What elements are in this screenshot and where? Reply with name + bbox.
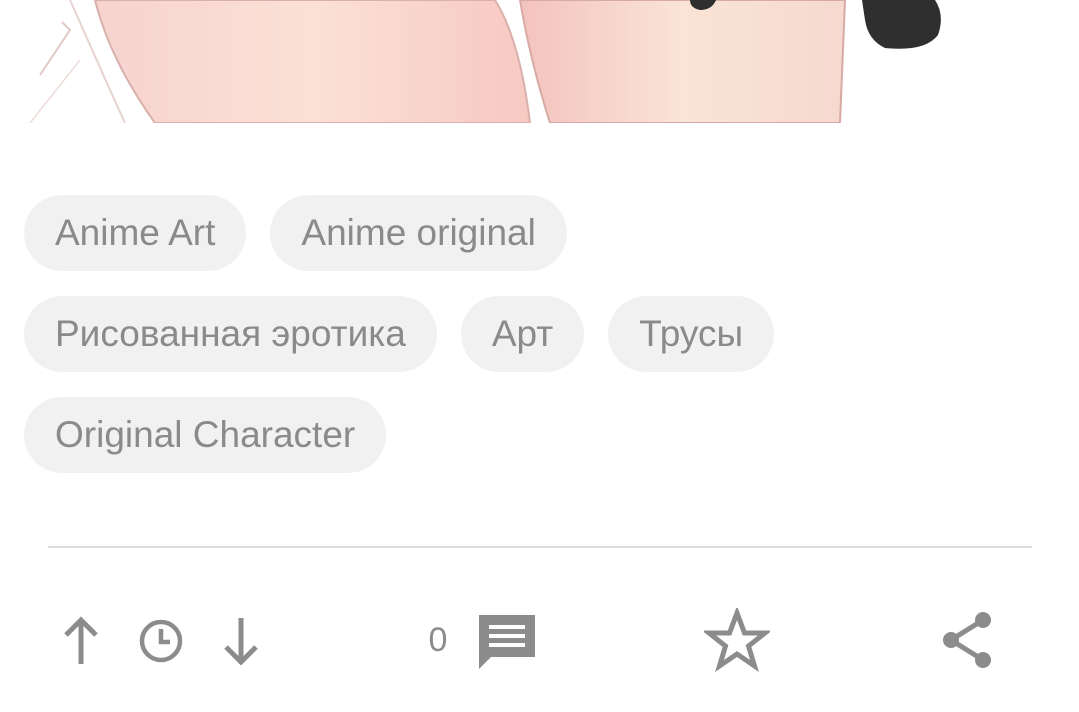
post-image[interactable] [0, 0, 1079, 123]
comments-count-label: 0 [428, 620, 448, 659]
downvote-button[interactable] [218, 614, 264, 668]
tag-chip[interactable]: Рисованная эротика [24, 296, 437, 372]
share-icon [943, 612, 991, 668]
upvote-button[interactable] [58, 614, 104, 668]
post-action-bar: 0 [0, 600, 1079, 680]
tag-chip[interactable]: Трусы [608, 296, 775, 372]
arrow-down-icon [224, 618, 258, 666]
tag-chip[interactable]: Anime original [270, 195, 567, 271]
arrow-up-icon [64, 616, 98, 664]
post-illustration [29, 0, 941, 123]
history-button[interactable] [136, 616, 186, 666]
tag-chip[interactable]: Original Character [24, 397, 387, 473]
comments-button[interactable] [474, 610, 540, 674]
tag-list: Anime Art Anime original Рисованная эрот… [24, 195, 1054, 498]
favorite-button[interactable] [702, 606, 772, 674]
star-outline-icon [704, 608, 770, 672]
divider [48, 546, 1032, 548]
post-screen: Anime Art Anime original Рисованная эрот… [0, 0, 1079, 712]
comments-count: 0 [418, 618, 458, 662]
tag-chip[interactable]: Арт [460, 296, 585, 372]
clock-icon [139, 619, 183, 663]
tag-chip[interactable]: Anime Art [24, 195, 247, 271]
share-button[interactable] [936, 608, 998, 672]
tag-row: Original Character [24, 397, 1054, 473]
comment-icon [479, 615, 535, 669]
tag-row: Anime Art Anime original [24, 195, 1054, 271]
tag-row: Рисованная эротика Арт Трусы [24, 296, 1054, 372]
